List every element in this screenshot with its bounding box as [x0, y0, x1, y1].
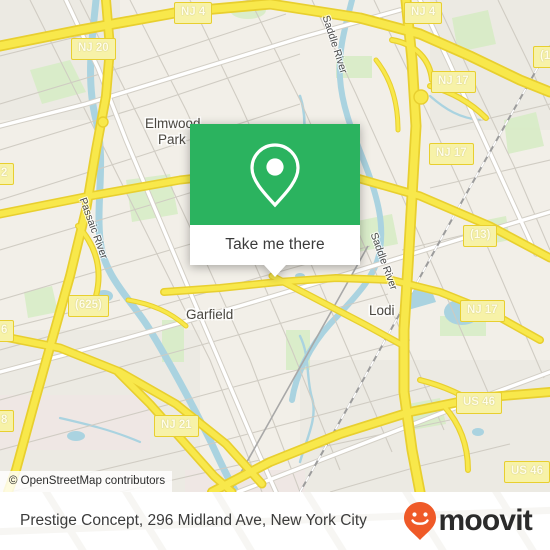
route-shield-label: US 46: [511, 464, 543, 477]
footer-bar: Prestige Concept, 296 Midland Ave, New Y…: [0, 492, 550, 550]
map-pin-icon: [250, 142, 300, 207]
route-shield-us46-lower: US 46: [504, 461, 550, 483]
route-shield-label: (625): [75, 298, 102, 311]
route-shield-label: NJ 21: [161, 418, 192, 431]
route-shield-nj20: NJ 20: [71, 38, 116, 60]
poi-popup-card[interactable]: Take me there: [190, 124, 360, 277]
route-shield-label: (13): [470, 228, 491, 241]
location-title: Prestige Concept, 296 Midland Ave, New Y…: [20, 512, 367, 529]
route-shield-left-clipped-mid: 6: [0, 320, 15, 342]
route-shield-left-clipped-lower: 8: [0, 410, 15, 432]
route-shield-label: NJ 17: [438, 74, 469, 87]
route-shield-us46-upper: US 46: [456, 392, 502, 414]
route-shield-13-right: (13): [463, 225, 498, 247]
route-shield-nj4-north: NJ 4: [174, 2, 213, 24]
route-shield-label: 2: [1, 166, 8, 179]
take-me-there-button[interactable]: Take me there: [190, 225, 360, 265]
route-shield-label: US 46: [463, 395, 495, 408]
route-shield-label: NJ 4: [181, 5, 206, 18]
route-shield-nj17-lower: NJ 17: [460, 300, 505, 322]
poi-card-pointer: [264, 265, 286, 277]
route-shield-label: NJ 20: [78, 41, 109, 54]
take-me-there-label: Take me there: [225, 236, 325, 253]
moovit-pin-smiley-icon: [404, 502, 437, 540]
route-shield-label: (13: [540, 49, 550, 62]
route-shield-13-topright: (13: [533, 46, 550, 68]
route-shield-625: (625): [68, 295, 109, 317]
route-shield-label: 8: [1, 413, 8, 426]
route-shield-nj21: NJ 21: [154, 415, 199, 437]
moovit-wordmark: moovit: [438, 504, 532, 537]
map-canvas[interactable]: Elmwood Park Garfield Lodi Saddle River …: [0, 0, 550, 492]
map-screenshot: Elmwood Park Garfield Lodi Saddle River …: [0, 0, 550, 550]
route-shield-label: NJ 4: [411, 5, 436, 18]
map-attribution[interactable]: © OpenStreetMap contributors: [0, 471, 173, 492]
route-shield-nj17-top: NJ 17: [431, 71, 476, 93]
route-shield-label: NJ 17: [467, 303, 498, 316]
poi-card-header: [190, 124, 360, 225]
moovit-logo[interactable]: moovit: [403, 501, 533, 541]
route-shield-nj4-northeast: NJ 4: [404, 2, 443, 24]
route-shield-nj17-upper: NJ 17: [429, 143, 474, 165]
route-shield-label: NJ 17: [436, 146, 467, 159]
route-shield-label: 6: [1, 323, 8, 336]
route-shield-left-clipped-upper: 2: [0, 163, 15, 185]
